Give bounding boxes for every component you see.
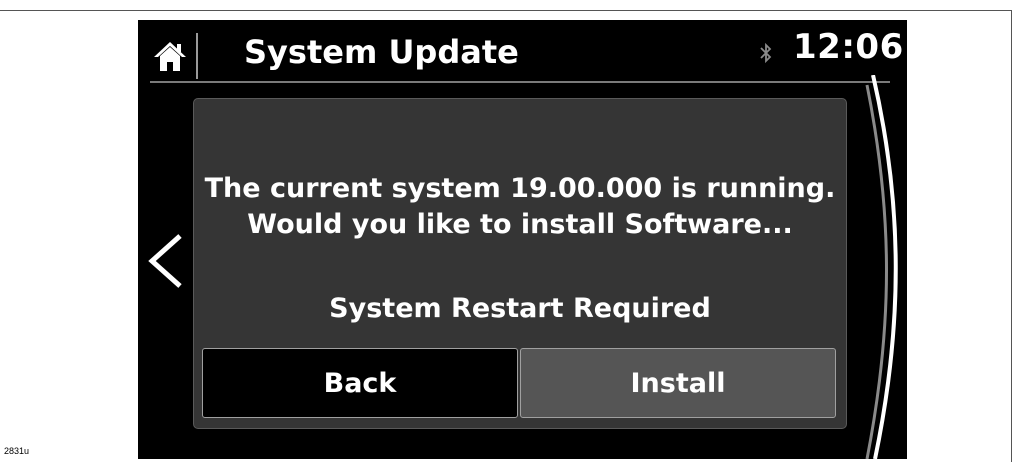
bluetooth-icon <box>760 42 772 64</box>
dialog-message: The current system 19.00.000 is running.… <box>194 171 846 243</box>
back-button[interactable]: Back <box>202 348 518 418</box>
clock: 12:06 <box>793 27 904 67</box>
scroll-arc-decoration <box>865 75 898 459</box>
figure-code: 2831u <box>4 446 30 456</box>
header-separator <box>196 33 198 79</box>
dialog-message-line-1: The current system 19.00.000 is running. <box>204 173 836 204</box>
install-button[interactable]: Install <box>520 348 836 418</box>
header-divider <box>150 81 890 83</box>
chevron-left-icon[interactable] <box>144 230 186 292</box>
page-title: System Update <box>244 33 519 71</box>
restart-note: System Restart Required <box>329 293 711 324</box>
home-icon[interactable] <box>152 38 188 74</box>
dialog-message-line-2: Would you like to install Software... <box>247 209 793 240</box>
infotainment-screen: System Update 12:06 The current system 1… <box>138 20 907 459</box>
update-dialog: The current system 19.00.000 is running.… <box>193 98 847 429</box>
